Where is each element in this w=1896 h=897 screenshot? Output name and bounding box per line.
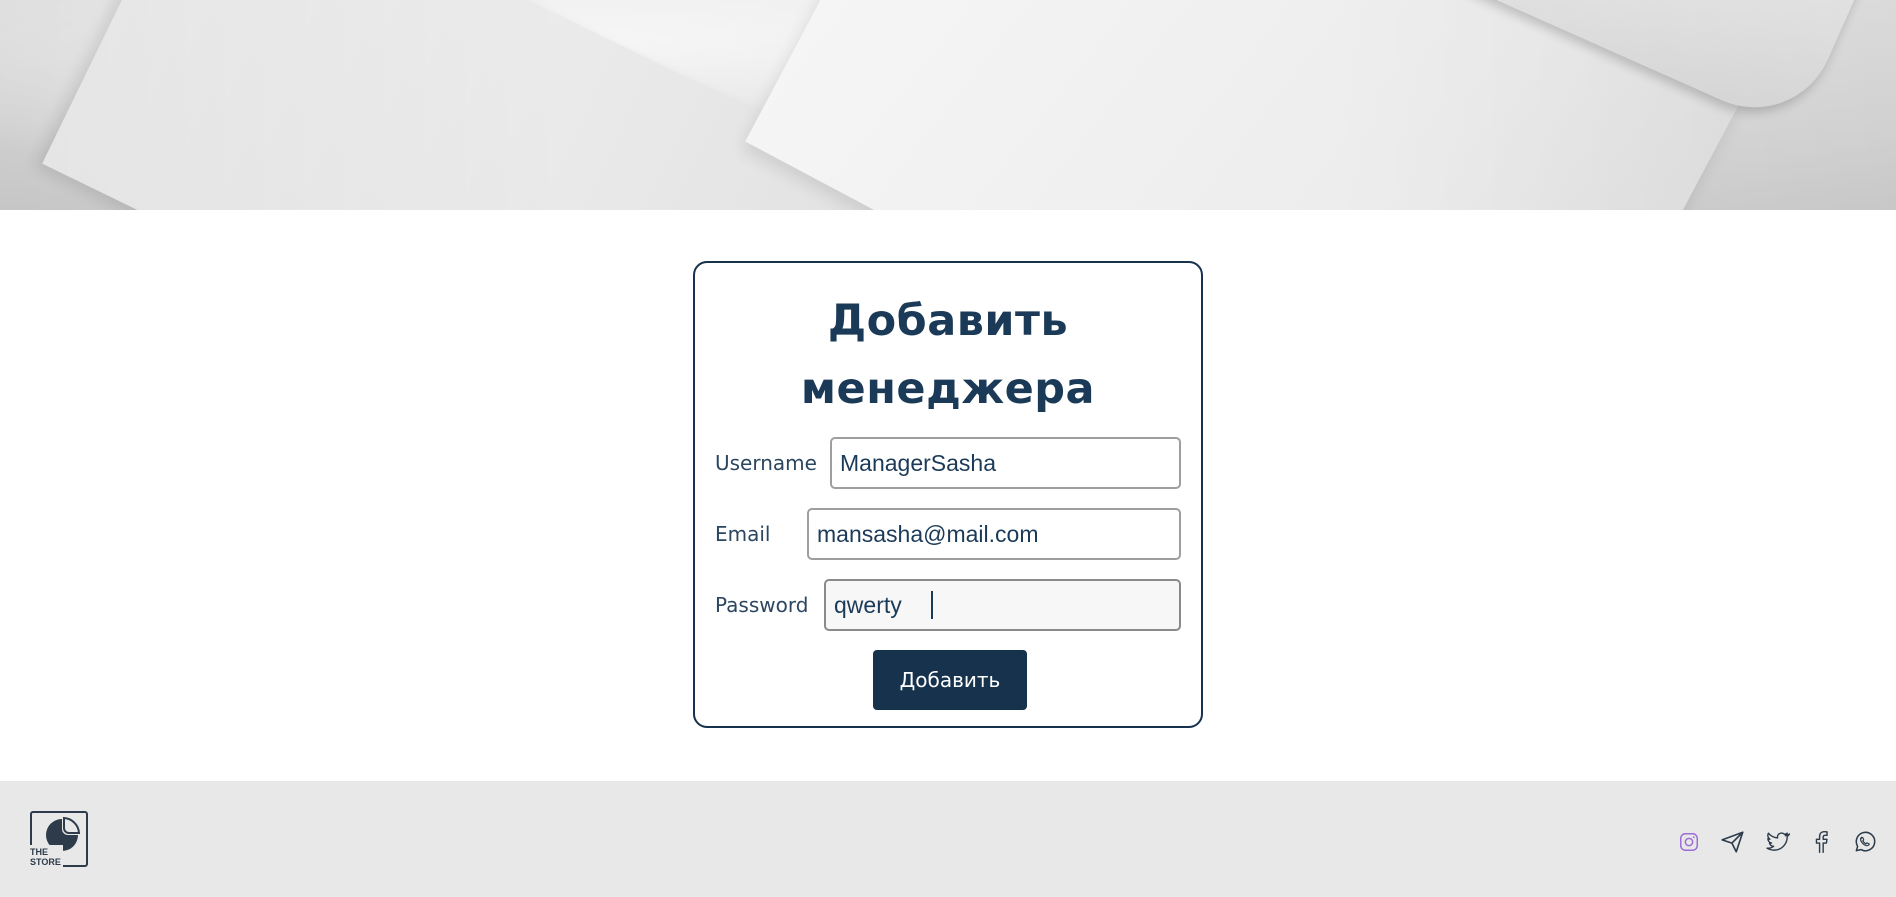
form-title-line-2: менеджера (800, 364, 1096, 414)
text-caret (931, 591, 933, 619)
username-input[interactable] (830, 437, 1181, 489)
logo-text: THE STORE (30, 845, 63, 869)
username-row: Username (715, 437, 1181, 489)
facebook-link[interactable] (1806, 827, 1836, 857)
footer: THE STORE (0, 781, 1896, 897)
add-manager-button[interactable]: Добавить (873, 650, 1027, 710)
password-row: Password (715, 579, 1181, 631)
whatsapp-icon (1855, 831, 1876, 852)
store-logo[interactable]: THE STORE (30, 811, 88, 869)
email-label: Email (715, 522, 771, 546)
facebook-icon (1815, 831, 1828, 853)
add-manager-form: Добавить менеджера Username Email Passwo… (693, 261, 1203, 728)
telegram-icon (1721, 831, 1744, 853)
social-links (1674, 827, 1880, 857)
email-input[interactable] (807, 508, 1181, 560)
password-input[interactable] (824, 579, 1181, 631)
hero-banner-image (0, 0, 1896, 210)
username-label: Username (715, 451, 817, 475)
twitter-link[interactable] (1762, 827, 1792, 857)
telegram-link[interactable] (1718, 827, 1748, 857)
password-label: Password (715, 593, 809, 617)
form-title-line-1: Добавить (827, 296, 1069, 346)
twitter-icon (1766, 832, 1790, 851)
whatsapp-link[interactable] (1850, 827, 1880, 857)
instagram-icon (1680, 833, 1698, 851)
email-row: Email (715, 508, 1181, 560)
form-title: Добавить менеджера (695, 287, 1201, 423)
instagram-link[interactable] (1674, 827, 1704, 857)
